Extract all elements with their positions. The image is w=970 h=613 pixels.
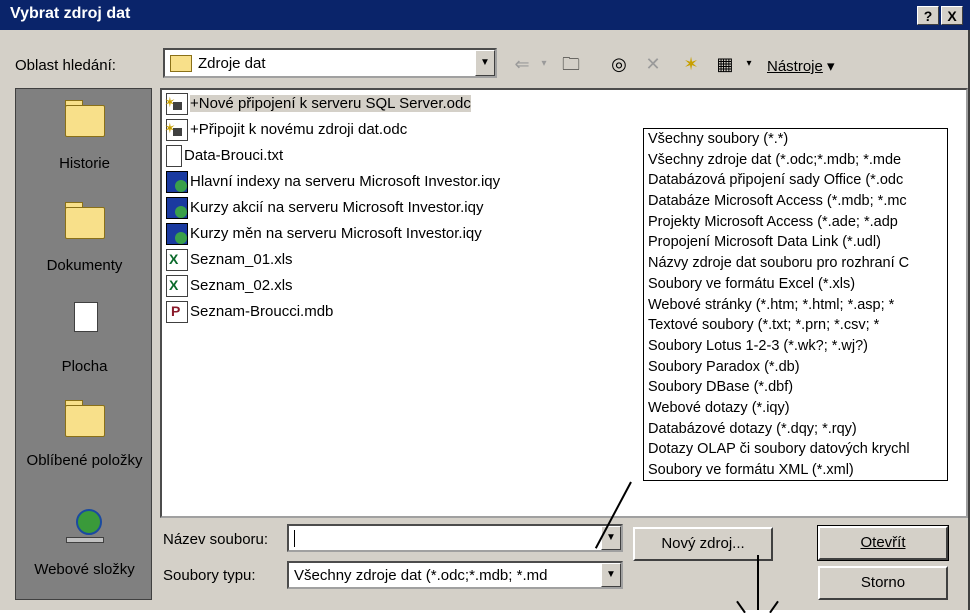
new-source-label: Nový zdroj...: [661, 535, 745, 552]
title-bar: Vybrat zdroj dat: [0, 0, 970, 30]
new-source-button[interactable]: Nový zdroj...: [633, 527, 773, 561]
open-button[interactable]: Otevřít: [817, 525, 949, 561]
odc-file-icon: ✶: [164, 93, 188, 116]
lookin-combo[interactable]: Zdroje dat ▼: [163, 48, 497, 78]
file-item[interactable]: ✶ +Připojit k novému zdroji dat.odc: [164, 118, 407, 142]
access-file-icon: [166, 299, 188, 324]
places-bar: Historie Dokumenty Plocha Oblíbené polož…: [15, 88, 152, 600]
web-folders-icon: [62, 509, 108, 547]
lookin-value: Zdroje dat: [198, 55, 266, 72]
web-query-icon: [166, 171, 188, 194]
window-title: Vybrat zdroj dat: [10, 5, 131, 22]
filename-input[interactable]: ▼: [287, 524, 623, 552]
filetype-select[interactable]: Všechny zdroje dat (*.odc;*.mdb; *.md ▼: [287, 561, 623, 589]
place-favorites[interactable]: Oblíbené položky: [16, 399, 153, 470]
type-option[interactable]: Webové dotazy (*.iqy): [644, 398, 947, 419]
close-button[interactable]: X: [941, 6, 963, 25]
excel-file-icon: [166, 273, 188, 298]
type-option[interactable]: Soubory Lotus 1-2-3 (*.wk?; *.wj?): [644, 336, 947, 357]
folder-up-icon[interactable]: 🗀: [556, 52, 586, 76]
type-option[interactable]: Databáze Microsoft Access (*.mdb; *.mc: [644, 191, 947, 212]
annotation-arrow-line: [757, 555, 759, 610]
file-item[interactable]: ✶ +Nové připojení k serveru SQL Server.od…: [164, 92, 471, 116]
cancel-button[interactable]: Storno: [818, 566, 948, 600]
file-item[interactable]: Seznam-Broucci.mdb: [166, 299, 333, 324]
back-dropdown-icon[interactable]: ▾: [537, 52, 551, 76]
type-option[interactable]: Všechny zdroje dat (*.odc;*.mdb; *.mde: [644, 150, 947, 171]
annotation-arrow-head: [769, 600, 779, 613]
text-file-icon: [166, 145, 182, 168]
type-option[interactable]: Databázové dotazy (*.dqy; *.rqy): [644, 419, 947, 440]
lookin-label: Oblast hledání:: [15, 57, 116, 74]
file-item[interactable]: Kurzy akcií na serveru Microsoft Investo…: [166, 196, 483, 220]
file-item[interactable]: Seznam_02.xls: [166, 273, 293, 298]
filename-label-text: Název souboru:: [163, 531, 269, 548]
file-item[interactable]: Kurzy měn na serveru Microsoft Investor.…: [166, 222, 482, 246]
file-type-dropdown-list[interactable]: Všechny soubory (*.*) Všechny zdroje dat…: [643, 128, 948, 481]
open-label: Otevřít: [860, 534, 906, 551]
place-history[interactable]: Historie: [16, 99, 153, 172]
filetype-label: Soubory typu:: [163, 567, 256, 584]
type-option[interactable]: Textové soubory (*.txt; *.prn; *.csv; *: [644, 315, 947, 336]
web-query-icon: [166, 223, 188, 246]
place-label: Webové složky: [34, 561, 135, 578]
select-data-source-dialog: Vybrat zdroj dat ? X Oblast hledání: Zdr…: [0, 0, 970, 613]
type-option[interactable]: Názvy zdroje dat souboru pro rozhraní C: [644, 253, 947, 274]
tools-menu[interactable]: Nástroje ▾: [767, 57, 835, 75]
views-icon[interactable]: ▦: [710, 52, 740, 76]
delete-icon[interactable]: ✕: [638, 52, 668, 76]
cancel-label: Storno: [860, 574, 906, 591]
type-option[interactable]: Webové stránky (*.htm; *.html; *.asp; *: [644, 295, 947, 316]
place-web-folders[interactable]: Webové složky: [16, 509, 153, 578]
place-desktop[interactable]: Plocha: [16, 302, 153, 375]
desktop-icon: [62, 302, 108, 340]
type-option[interactable]: Soubory DBase (*.dbf): [644, 377, 947, 398]
folder-icon: [170, 55, 192, 72]
odc-file-icon: ✶: [164, 119, 188, 142]
annotation-arrow-head: [736, 600, 746, 613]
text-caret: [294, 530, 295, 547]
file-item[interactable]: Hlavní indexy na serveru Microsoft Inves…: [166, 170, 500, 194]
type-option[interactable]: Soubory ve formátu Excel (*.xls): [644, 274, 947, 295]
filename-label: Název souboru:: [163, 531, 268, 548]
documents-folder-icon: [62, 201, 108, 239]
type-option[interactable]: Všechny soubory (*.*): [644, 129, 947, 150]
filetype-value: Všechny zdroje dat (*.odc;*.mdb; *.md: [294, 567, 548, 584]
lookin-label-text: Oblast hledání:: [15, 57, 116, 74]
place-label: Plocha: [61, 358, 108, 375]
type-option[interactable]: Dotazy OLAP či soubory datových krychl: [644, 439, 947, 460]
help-button[interactable]: ?: [917, 6, 939, 25]
type-option[interactable]: Soubory ve formátu XML (*.xml): [644, 460, 947, 480]
new-folder-icon[interactable]: ✶: [676, 52, 706, 76]
chevron-down-icon[interactable]: ▼: [475, 50, 495, 76]
history-folder-icon: [62, 99, 108, 137]
filetype-label-text: Soubory typu:: [163, 567, 256, 584]
place-label: Dokumenty: [46, 257, 123, 274]
excel-file-icon: [166, 247, 188, 272]
type-option[interactable]: Databázová připojení sady Office (*.odc: [644, 170, 947, 191]
place-label: Historie: [59, 155, 110, 172]
type-option[interactable]: Soubory Paradox (*.db): [644, 357, 947, 378]
type-option[interactable]: Propojení Microsoft Data Link (*.udl): [644, 232, 947, 253]
place-documents[interactable]: Dokumenty: [16, 201, 153, 274]
place-label: Oblíbené položky: [26, 452, 143, 469]
web-query-icon: [166, 197, 188, 220]
file-item[interactable]: Data-Brouci.txt: [166, 144, 283, 168]
type-option[interactable]: Projekty Microsoft Access (*.ade; *.adp: [644, 212, 947, 233]
views-dropdown-icon[interactable]: ▾: [742, 52, 756, 76]
favorites-folder-icon: [62, 399, 108, 437]
chevron-down-icon[interactable]: ▼: [601, 563, 621, 587]
tools-label: Nástroje: [767, 58, 823, 75]
globe-search-icon[interactable]: ◎: [604, 52, 634, 76]
file-item[interactable]: Seznam_01.xls: [166, 247, 293, 272]
back-arrow-icon[interactable]: ⇐: [507, 52, 537, 76]
